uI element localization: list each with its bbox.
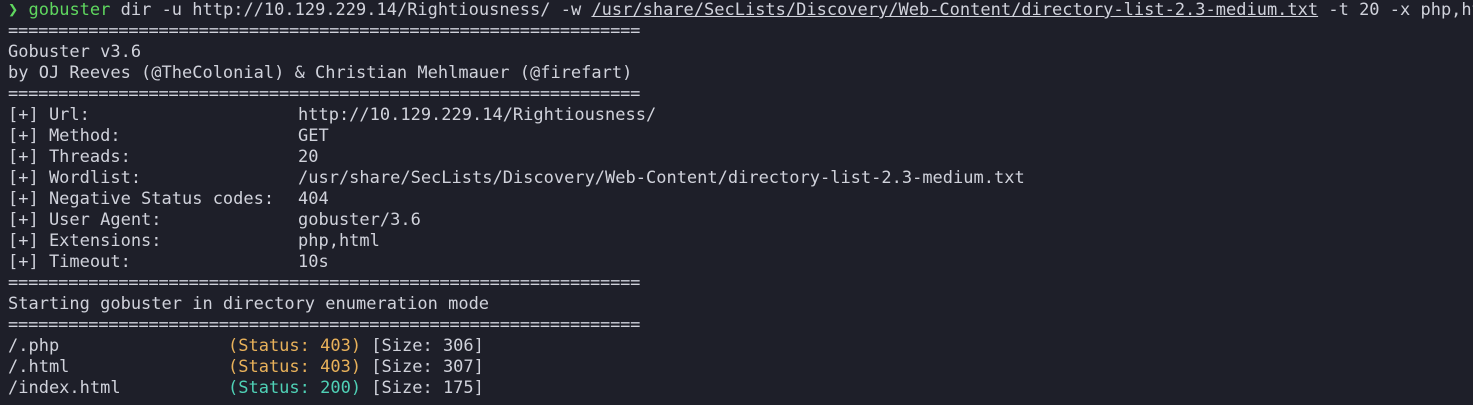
result-size: [Size: 175] bbox=[361, 378, 484, 398]
result-row: /.php (Status: 403) [Size: 306] bbox=[8, 336, 1473, 357]
result-path: /.html bbox=[8, 357, 70, 377]
option-value: GET bbox=[298, 126, 329, 146]
option-key: [+] User Agent: bbox=[8, 210, 162, 230]
option-key: [+] Method: bbox=[8, 126, 121, 146]
separator-line: ========================================… bbox=[8, 315, 641, 335]
banner-title: Gobuster v3.6 bbox=[8, 42, 142, 62]
option-value: 404 bbox=[298, 189, 329, 209]
result-size: [Size: 307] bbox=[361, 357, 484, 377]
option-row: [+] Wordlist: /usr/share/SecLists/Discove… bbox=[8, 168, 1473, 189]
option-key: [+] Extensions: bbox=[8, 231, 162, 251]
option-value: 20 bbox=[298, 147, 319, 167]
wordlist-path-link[interactable]: /usr/share/SecLists/Discovery/Web-Conten… bbox=[591, 0, 1318, 20]
option-value: php,html bbox=[298, 231, 380, 251]
result-path: /.php bbox=[8, 336, 60, 356]
option-row: [+] Method: GET bbox=[8, 126, 1473, 147]
option-key: [+] Wordlist: bbox=[8, 168, 142, 188]
option-key: [+] Timeout: bbox=[8, 252, 131, 272]
option-value: /usr/share/SecLists/Discovery/Web-Conten… bbox=[298, 168, 1025, 188]
option-value: http://10.129.229.14/Rightiousness/ bbox=[298, 105, 657, 125]
banner-authors: by OJ Reeves (@TheColonial) & Christian … bbox=[8, 63, 633, 83]
result-status: (Status: 403) bbox=[228, 336, 362, 356]
option-key: [+] Url: bbox=[8, 105, 90, 125]
separator-line: ========================================… bbox=[8, 21, 641, 41]
command-program: gobuster bbox=[28, 0, 111, 20]
option-value: gobuster/3.6 bbox=[298, 210, 421, 230]
result-status: (Status: 403) bbox=[228, 357, 362, 377]
result-status: (Status: 200) bbox=[228, 378, 362, 398]
option-row: [+] User Agent: gobuster/3.6 bbox=[8, 210, 1473, 231]
result-row: /.html (Status: 403) [Size: 307] bbox=[8, 357, 1473, 378]
option-row: [+] Threads: 20 bbox=[8, 147, 1473, 168]
command-args: dir -u http://10.129.229.14/Rightiousnes… bbox=[110, 0, 592, 20]
option-key: [+] Threads: bbox=[8, 147, 131, 167]
prompt-arrow-icon: ❯ bbox=[8, 0, 19, 20]
option-row: [+] Extensions: php,html bbox=[8, 231, 1473, 252]
separator-line: ========================================… bbox=[8, 84, 641, 104]
option-key: [+] Negative Status codes: bbox=[8, 189, 275, 209]
option-row: [+] Timeout: 10s bbox=[8, 252, 1473, 273]
command-line: ❯ gobuster dir -u http://10.129.229.14/R… bbox=[8, 0, 1473, 21]
mode-message: Starting gobuster in directory enumerati… bbox=[8, 294, 490, 314]
separator-line: ========================================… bbox=[8, 273, 641, 293]
result-size: [Size: 306] bbox=[361, 336, 484, 356]
result-row: /index.html (Status: 200) [Size: 175] bbox=[8, 378, 1473, 399]
result-path: /index.html bbox=[8, 378, 121, 398]
option-value: 10s bbox=[298, 252, 329, 272]
command-args-tail: -t 20 -x php,html bbox=[1328, 0, 1473, 20]
option-row: [+] Url: http://10.129.229.14/Rightiousne… bbox=[8, 105, 1473, 126]
option-row: [+] Negative Status codes: 404 bbox=[8, 189, 1473, 210]
terminal-window[interactable]: ❯ gobuster dir -u http://10.129.229.14/R… bbox=[0, 0, 1473, 399]
